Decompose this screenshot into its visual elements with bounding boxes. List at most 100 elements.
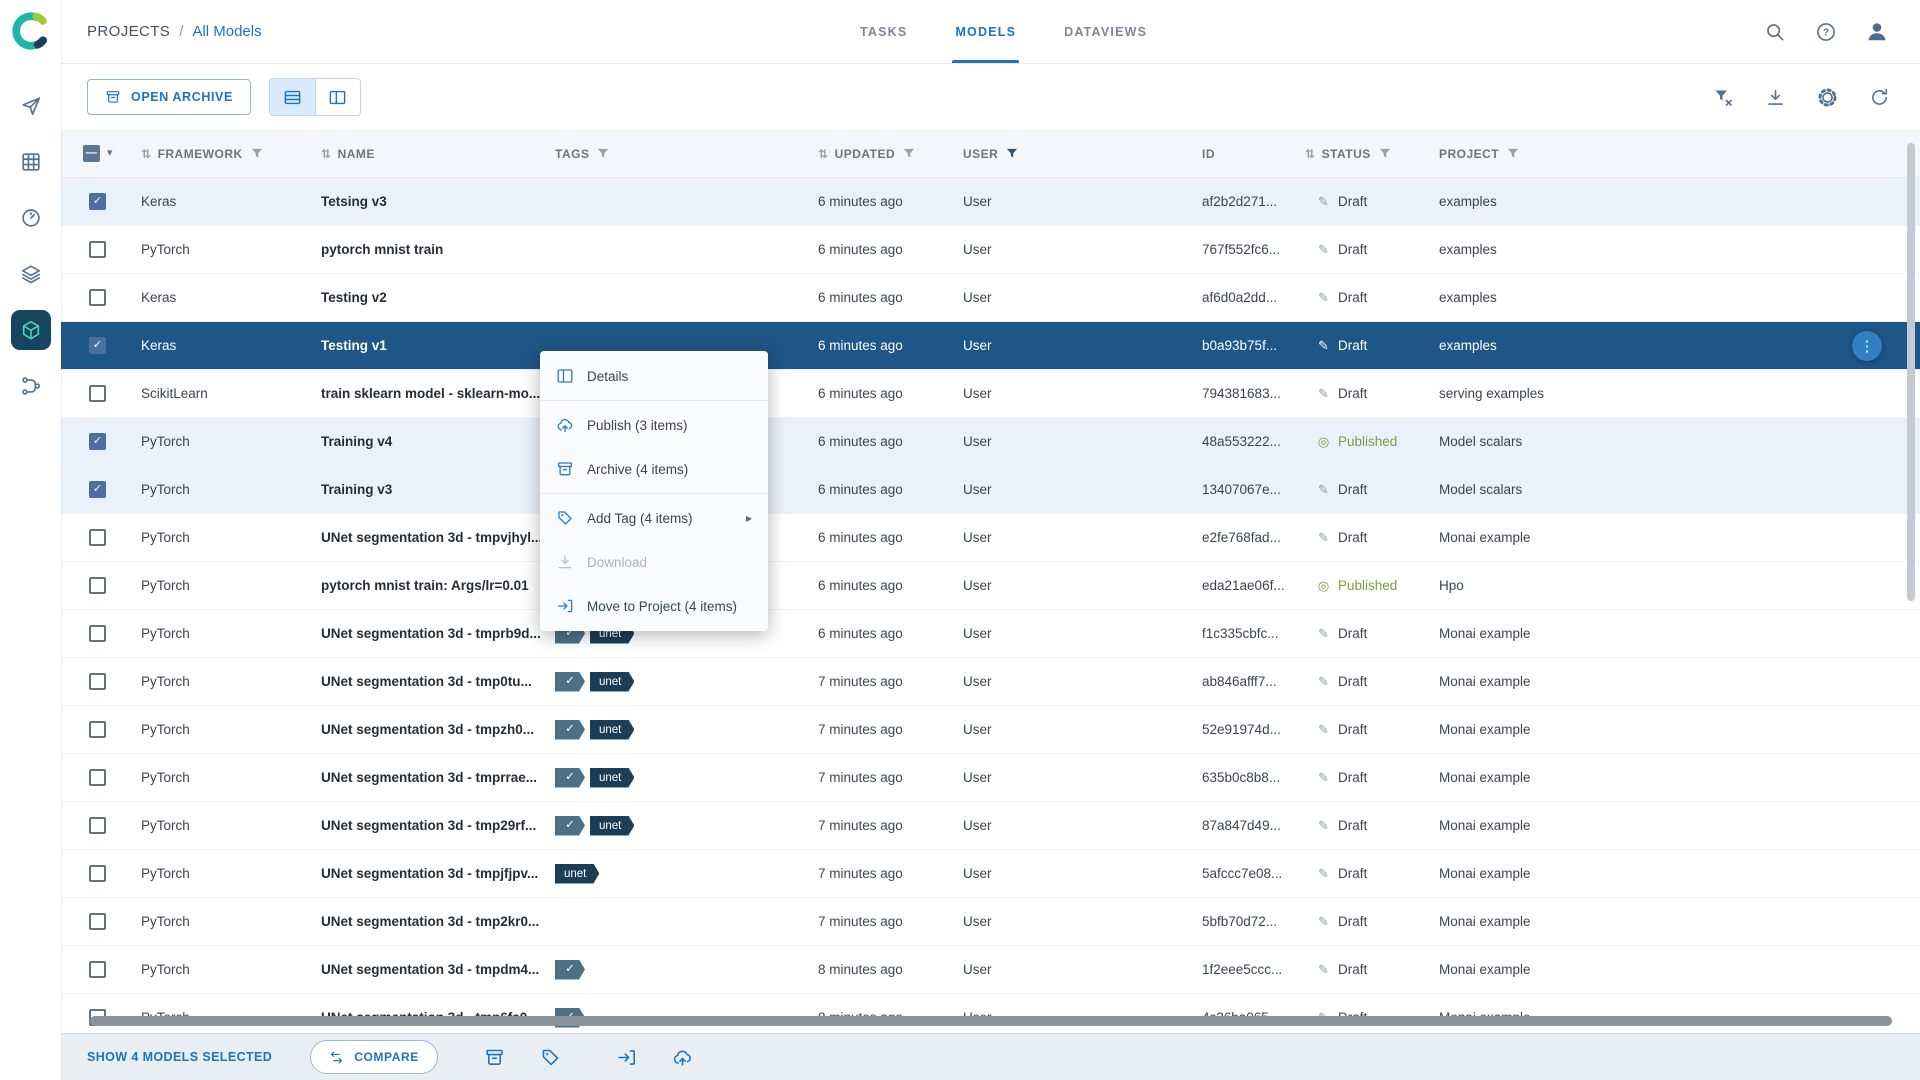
row-checkbox[interactable] xyxy=(89,577,106,594)
column-header-id[interactable]: ID xyxy=(1202,147,1305,161)
table-row[interactable]: PyTorch UNet segmentation 3d - tmp0tu... ✓… xyxy=(61,658,1920,706)
cell-name[interactable]: UNet segmentation 3d - tmp29rf... xyxy=(321,818,555,833)
clearml-logo[interactable] xyxy=(10,10,52,52)
row-checkbox[interactable]: ✓ xyxy=(89,193,106,210)
filter-icon[interactable] xyxy=(903,148,915,159)
row-checkbox[interactable] xyxy=(89,625,106,642)
clear-filters-button[interactable] xyxy=(1712,86,1734,108)
row-checkbox[interactable]: ✓ xyxy=(89,481,106,498)
sort-icon[interactable]: ⇅ xyxy=(1305,148,1316,160)
sidebar-item-datasets[interactable] xyxy=(11,142,51,182)
table-row[interactable]: Keras Testing v2 6 minutes ago User af6d0a2d… xyxy=(61,274,1920,322)
table-row[interactable]: PyTorch UNet segmentation 3d - tmpjfjpv..… xyxy=(61,850,1920,898)
column-header-tags[interactable]: TAGS xyxy=(555,147,818,161)
row-checkbox[interactable] xyxy=(89,529,106,546)
filter-icon[interactable] xyxy=(251,148,263,159)
column-header-name[interactable]: ⇅ NAME xyxy=(321,147,555,161)
download-button[interactable] xyxy=(1764,86,1786,108)
user-avatar-button[interactable] xyxy=(1865,20,1889,44)
help-button[interactable]: ? xyxy=(1814,20,1838,44)
tag-chip[interactable]: unet xyxy=(590,672,634,692)
row-checkbox[interactable] xyxy=(89,865,106,882)
tag-chip[interactable]: unet xyxy=(590,816,634,836)
table-row[interactable]: PyTorch UNet segmentation 3d - tmpvjhyl..… xyxy=(61,514,1920,562)
tag-chip-check[interactable]: ✓ xyxy=(555,672,585,692)
table-row[interactable]: PyTorch UNet segmentation 3d - tmpdm4... ✓… xyxy=(61,946,1920,994)
cell-name[interactable]: UNet segmentation 3d - tmp0tu... xyxy=(321,674,555,689)
selected-count-label[interactable]: SHOW 4 MODELS SELECTED xyxy=(87,1050,272,1064)
context-menu-item-archive-4-items[interactable]: Archive (4 items) xyxy=(540,447,768,491)
compare-button[interactable]: COMPARE xyxy=(310,1040,438,1074)
column-header-project[interactable]: PROJECT xyxy=(1439,147,1920,161)
row-checkbox[interactable]: ✓ xyxy=(89,433,106,450)
row-checkbox[interactable] xyxy=(89,385,106,402)
table-row[interactable]: ✓ Keras Testing v1 6 minutes ago User b0a93b7… xyxy=(61,322,1920,370)
sidebar-item-projects[interactable] xyxy=(11,86,51,126)
search-button[interactable] xyxy=(1763,20,1787,44)
filter-active-icon[interactable] xyxy=(1006,148,1018,159)
cell-name[interactable]: UNet segmentation 3d - tmprb9d... xyxy=(321,626,555,641)
open-archive-button[interactable]: OPEN ARCHIVE xyxy=(87,79,251,115)
column-header-framework[interactable]: ⇅ FRAMEWORK xyxy=(141,147,321,161)
row-checkbox[interactable] xyxy=(89,241,106,258)
cell-name[interactable]: UNet segmentation 3d - tmpzh0... xyxy=(321,722,555,737)
select-all-checkbox[interactable]: — xyxy=(83,145,100,162)
tab-dataviews[interactable]: DATAVIEWS xyxy=(1061,0,1150,63)
cell-name[interactable]: UNet segmentation 3d - tmpvjhyl... xyxy=(321,530,555,545)
sidebar-item-models[interactable] xyxy=(10,310,51,350)
table-view-button[interactable] xyxy=(269,79,315,115)
column-header-user[interactable]: USER xyxy=(963,147,1202,161)
breadcrumb-current[interactable]: All Models xyxy=(192,23,261,40)
cell-name[interactable]: Tetsing v3 xyxy=(321,194,555,209)
row-checkbox[interactable]: ✓ xyxy=(89,337,106,354)
row-checkbox[interactable] xyxy=(89,673,106,690)
context-menu-item-add-tag-4-items[interactable]: Add Tag (4 items) ▸ xyxy=(540,496,768,540)
breadcrumb-projects[interactable]: PROJECTS xyxy=(87,23,170,40)
footer-tag-button[interactable] xyxy=(540,1047,561,1068)
card-view-button[interactable] xyxy=(314,79,360,115)
cell-name[interactable]: pytorch mnist train: Args/lr=0.01 xyxy=(321,578,555,593)
cell-name[interactable]: Training v3 xyxy=(321,482,555,497)
auto-refresh-button[interactable] xyxy=(1868,86,1890,108)
vertical-scrollbar[interactable] xyxy=(1907,143,1915,601)
table-row[interactable]: ✓ PyTorch Training v3 6 minutes ago User 1340… xyxy=(61,466,1920,514)
cell-name[interactable]: UNet segmentation 3d - tmpdm4... xyxy=(321,962,555,977)
table-row[interactable]: PyTorch UNet segmentation 3d - tmp29rf...… xyxy=(61,802,1920,850)
context-menu-item-details[interactable]: Details xyxy=(540,354,768,398)
column-header-updated[interactable]: ⇅ UPDATED xyxy=(818,147,963,161)
tab-tasks[interactable]: TASKS xyxy=(857,0,910,63)
footer-archive-button[interactable] xyxy=(484,1047,505,1068)
row-menu-button[interactable]: ⋮ xyxy=(1852,331,1882,361)
sort-icon[interactable]: ⇅ xyxy=(141,148,152,160)
footer-move-to-project-button[interactable] xyxy=(616,1047,637,1068)
caret-down-icon[interactable]: ▾ xyxy=(107,148,113,159)
sort-icon[interactable]: ⇅ xyxy=(321,148,332,160)
table-row[interactable]: PyTorch pytorch mnist train 6 minutes ago U… xyxy=(61,226,1920,274)
tag-chip-check[interactable]: ✓ xyxy=(555,816,585,836)
tab-models[interactable]: MODELS xyxy=(952,0,1019,63)
row-checkbox[interactable] xyxy=(89,769,106,786)
sidebar-item-queues[interactable] xyxy=(11,254,51,294)
sort-icon[interactable]: ⇅ xyxy=(818,148,829,160)
table-row[interactable]: PyTorch pytorch mnist train: Args/lr=0.01… xyxy=(61,562,1920,610)
context-menu-item-move-to-project-4-items[interactable]: Move to Project (4 items) xyxy=(540,584,768,628)
cell-name[interactable]: Testing v1 xyxy=(321,338,555,353)
cell-name[interactable]: UNet segmentation 3d - tmpjfjpv... xyxy=(321,866,555,881)
sidebar-item-reports[interactable] xyxy=(11,198,51,238)
tag-chip-check[interactable]: ✓ xyxy=(555,768,585,788)
cell-name[interactable]: Testing v2 xyxy=(321,290,555,305)
row-checkbox[interactable] xyxy=(89,913,106,930)
tag-chip-check[interactable]: ✓ xyxy=(555,720,585,740)
tag-chip[interactable]: unet xyxy=(590,768,634,788)
cell-name[interactable]: pytorch mnist train xyxy=(321,242,555,257)
filter-icon[interactable] xyxy=(1507,148,1519,159)
table-row[interactable]: PyTorch UNet segmentation 3d - tmprrae...… xyxy=(61,754,1920,802)
tag-chip[interactable]: unet xyxy=(590,720,634,740)
cell-name[interactable]: UNet segmentation 3d - tmprrae... xyxy=(321,770,555,785)
sidebar-item-pipelines[interactable] xyxy=(11,366,51,406)
row-checkbox[interactable] xyxy=(89,289,106,306)
cell-name[interactable]: UNet segmentation 3d - tmp2kr0... xyxy=(321,914,555,929)
table-row[interactable]: ✓ Keras Tetsing v3 6 minutes ago User af2b2d2… xyxy=(61,178,1920,226)
table-row[interactable]: ScikitLearn train sklearn model - sklearn… xyxy=(61,370,1920,418)
row-checkbox[interactable] xyxy=(89,961,106,978)
